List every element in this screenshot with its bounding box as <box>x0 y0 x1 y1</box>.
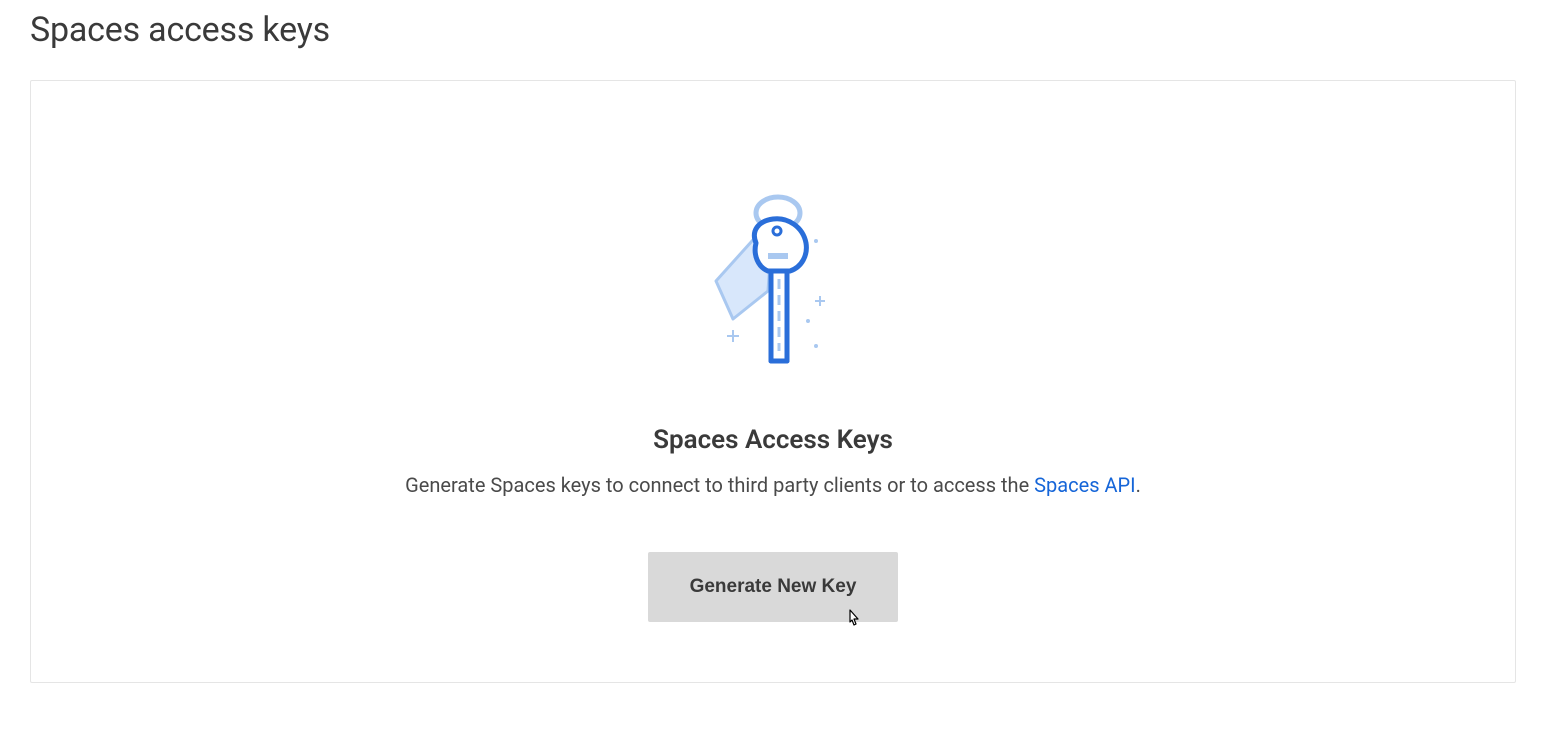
page-title: Spaces access keys <box>30 10 1516 50</box>
cursor-pointer-icon <box>844 608 864 638</box>
key-tag-icon <box>698 191 848 375</box>
generate-button-label: Generate New Key <box>690 576 857 597</box>
description-text-suffix: . <box>1136 473 1141 497</box>
spaces-api-link[interactable]: Spaces API <box>1034 473 1135 497</box>
panel-description: Generate Spaces keys to connect to third… <box>71 473 1475 497</box>
spaces-access-keys-panel: Spaces Access Keys Generate Spaces keys … <box>30 80 1516 683</box>
panel-heading: Spaces Access Keys <box>71 425 1475 455</box>
description-text-prefix: Generate Spaces keys to connect to third… <box>405 473 1034 497</box>
generate-new-key-button[interactable]: Generate New Key <box>648 552 899 622</box>
